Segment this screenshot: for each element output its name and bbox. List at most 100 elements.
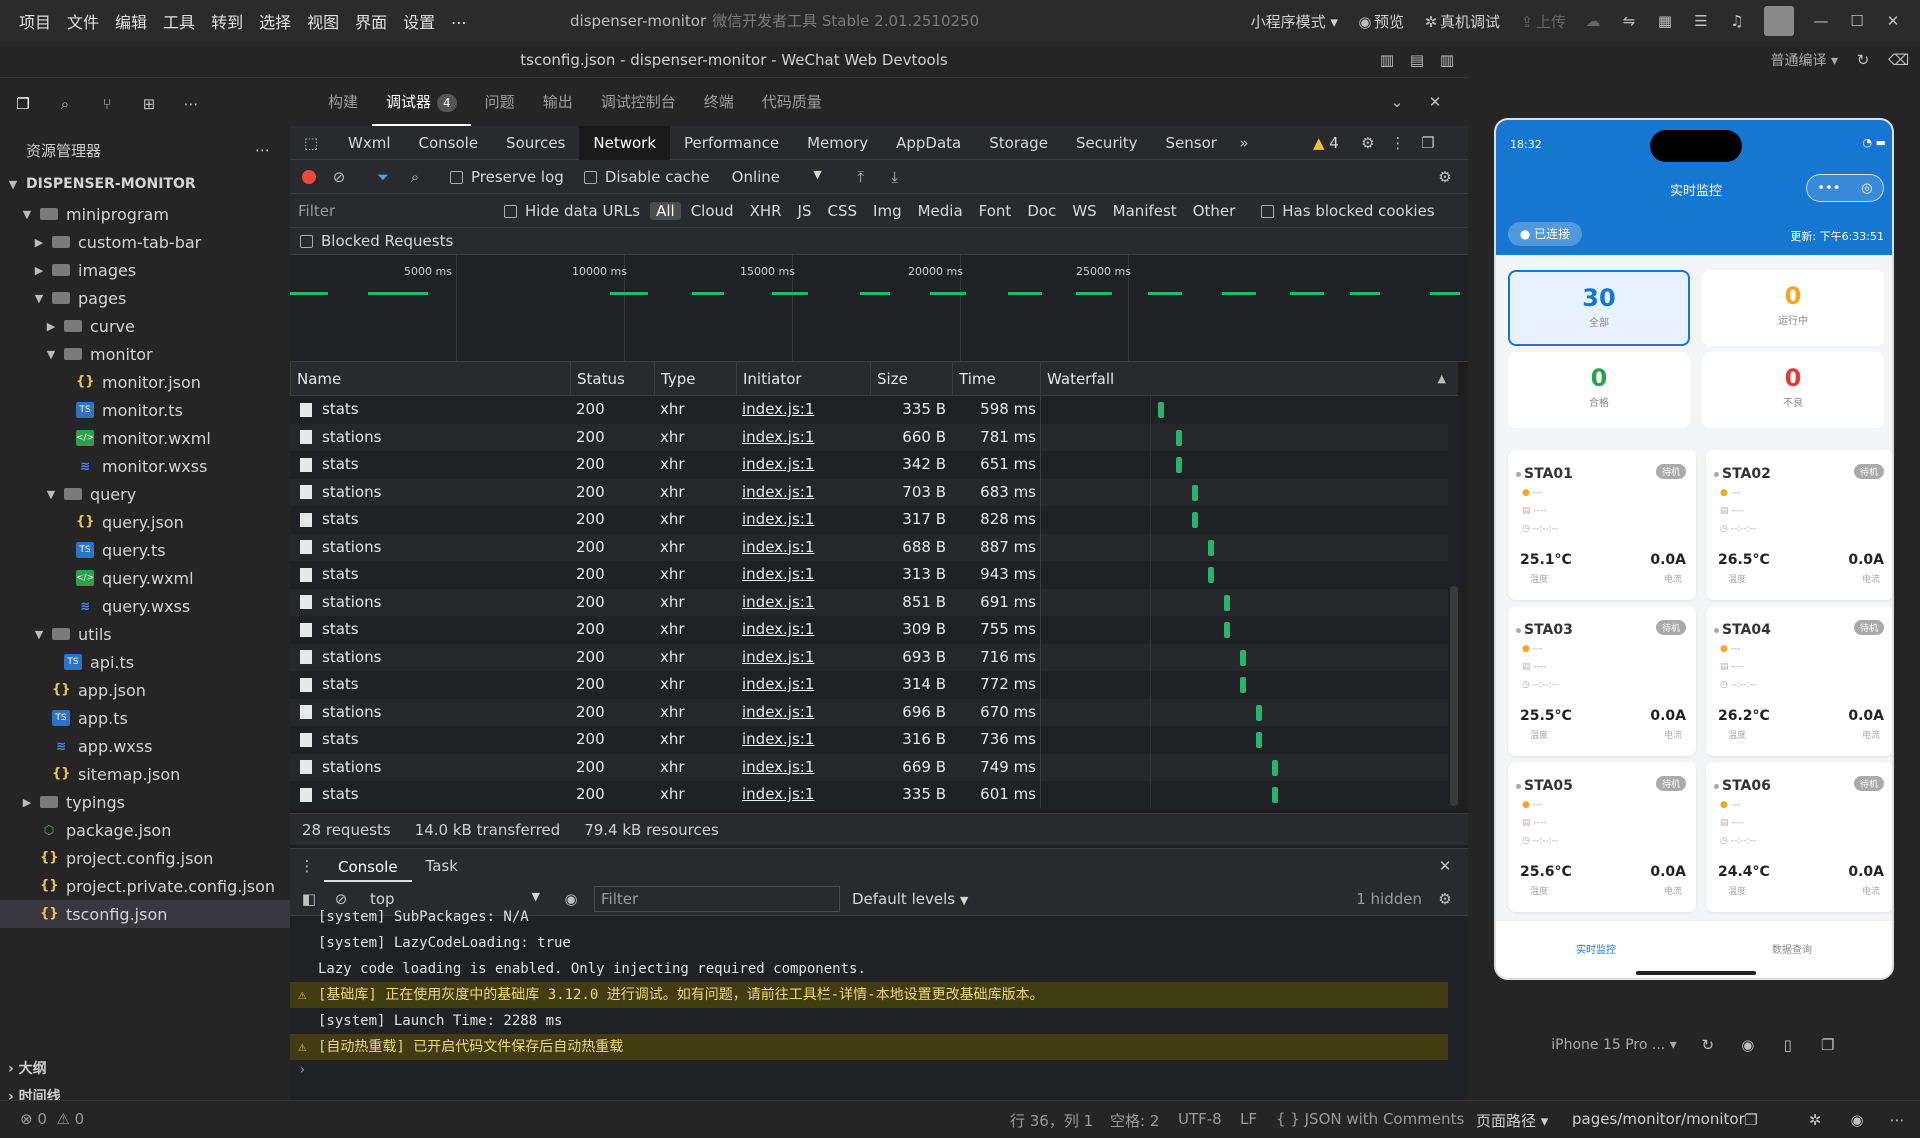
menu-item-7[interactable]: 界面 (350, 9, 392, 33)
stat-card[interactable]: 0 运行中 (1702, 270, 1884, 346)
extensions-icon[interactable]: ⊞ (140, 95, 158, 113)
phone-tab-query[interactable]: 数据查询 (1772, 941, 1812, 956)
avatar[interactable] (1764, 6, 1794, 36)
tree-node-ts[interactable]: TS app.ts (0, 704, 290, 732)
column-header-waterfall[interactable]: Waterfall (1040, 362, 1458, 396)
request-initiator-link[interactable]: index.js:1 (742, 754, 814, 782)
table-row[interactable]: stations 200 xhr index.js:1 851 B 691 ms (290, 588, 1458, 616)
tree-node-folder[interactable]: ▼ query (0, 480, 290, 508)
eye-icon[interactable]: ◉ (1848, 1111, 1866, 1129)
column-header-name[interactable]: Name (290, 362, 570, 396)
debugger-tab-2[interactable]: 问题 (471, 78, 529, 126)
switch-icon[interactable]: ⇋ (1620, 12, 1638, 30)
warnings-badge[interactable]: ▲ 4 (1313, 134, 1339, 152)
stat-card[interactable]: 30 全部 (1508, 270, 1690, 346)
request-initiator-link[interactable]: index.js:1 (742, 451, 814, 479)
network-settings-icon[interactable]: ⚙ (1436, 168, 1454, 186)
more-icon[interactable]: ⋯ (182, 95, 200, 113)
more-icon[interactable]: ⋯ (1888, 1111, 1906, 1129)
menu-item-3[interactable]: 工具 (158, 9, 200, 33)
column-header-type[interactable]: Type (654, 362, 736, 396)
column-header-size[interactable]: Size (870, 362, 952, 396)
drawer-menu-icon[interactable]: ⋮ (298, 857, 316, 875)
menu-item-6[interactable]: 视图 (302, 9, 344, 33)
encoding[interactable]: UTF-8 (1178, 1110, 1222, 1128)
tree-node-json[interactable]: {} tsconfig.json (0, 900, 290, 928)
request-initiator-link[interactable]: index.js:1 (742, 726, 814, 754)
request-initiator-link[interactable]: index.js:1 (742, 479, 814, 507)
station-card[interactable]: STA05 待机 ● --- ▤ ---- ◷ --:--:-- 25.6°C 0.0A 温度… (1508, 762, 1696, 912)
stat-card[interactable]: 0 不良 (1702, 352, 1884, 428)
throttle-select[interactable]: Online ▼ (732, 168, 822, 186)
close-panel-icon[interactable]: ✕ (1426, 93, 1444, 111)
station-card[interactable]: STA02 待机 ● --- ▤ ---- ◷ --:--:-- 26.5°C 0.0A 温度… (1706, 450, 1892, 600)
type-filter-other[interactable]: Other (1187, 202, 1242, 220)
console-prompt[interactable]: › (298, 1062, 306, 1078)
window-icon[interactable]: ❐ (1819, 1036, 1837, 1054)
refresh-icon[interactable]: ↻ (1854, 51, 1872, 69)
maximize-icon[interactable]: ☐ (1848, 12, 1866, 30)
request-initiator-link[interactable]: index.js:1 (742, 699, 814, 727)
device-select[interactable]: iPhone 15 Pro ... ▾ (1551, 1037, 1676, 1053)
type-filter-all[interactable]: All (650, 201, 681, 220)
type-filter-doc[interactable]: Doc (1021, 202, 1062, 220)
panel-tab-appdata[interactable]: AppData (882, 126, 975, 160)
type-filter-manifest[interactable]: Manifest (1107, 202, 1183, 220)
tree-node-folder[interactable]: ▶ typings (0, 788, 290, 816)
search-icon[interactable]: ⌕ (406, 168, 424, 186)
debugger-tab-0[interactable]: 构建 (314, 78, 372, 126)
table-row[interactable]: stats 200 xhr index.js:1 316 B 736 ms (290, 726, 1458, 754)
mode-select[interactable]: 小程序模式 ▾ (1251, 11, 1338, 32)
tree-node-folder[interactable]: ▼ monitor (0, 340, 290, 368)
tree-node-ts[interactable]: TS monitor.ts (0, 396, 290, 424)
clear-cache-icon[interactable]: ⌫ (1888, 51, 1909, 69)
request-initiator-link[interactable]: index.js:1 (742, 781, 814, 809)
tree-node-json[interactable]: {} sitemap.json (0, 760, 290, 788)
tree-node-json[interactable]: {} project.private.config.json (0, 872, 290, 900)
indentation[interactable]: 空格: 2 (1110, 1110, 1159, 1131)
column-header-status[interactable]: Status (570, 362, 654, 396)
import-icon[interactable]: ⤒ (852, 168, 870, 186)
preview-button[interactable]: ◉ 预览 (1356, 11, 1404, 32)
request-initiator-link[interactable]: index.js:1 (742, 644, 814, 672)
problems-indicator[interactable]: ⊗ 0 ⚠ 0 (20, 1110, 84, 1128)
menu-item-1[interactable]: 文件 (62, 9, 104, 33)
table-row[interactable]: stats 200 xhr index.js:1 342 B 651 ms (290, 451, 1458, 479)
table-row[interactable]: stations 200 xhr index.js:1 660 B 781 ms (290, 423, 1458, 451)
request-initiator-link[interactable]: index.js:1 (742, 616, 814, 644)
table-row[interactable]: stations 200 xhr index.js:1 693 B 716 ms (290, 643, 1458, 672)
split-right-icon[interactable]: ▥ (1438, 51, 1456, 69)
copy-icon[interactable]: ❐ (1742, 1111, 1760, 1129)
type-filter-img[interactable]: Img (867, 202, 908, 220)
cloud-icon[interactable]: ☁ (1584, 12, 1602, 30)
explorer-more-button[interactable]: ⋯ (255, 141, 270, 159)
inspect-icon[interactable]: ⬚ (302, 134, 320, 152)
export-icon[interactable]: ⤓ (886, 168, 904, 186)
tree-node-json[interactable]: {} monitor.json (0, 368, 290, 396)
request-initiator-link[interactable]: index.js:1 (742, 671, 814, 699)
phone-simulator[interactable]: 18:32 ◔ ▬ 实时监控 ••• ◎ ● 已连接 更新: 下午6:33:51 … (1494, 118, 1894, 980)
page-path-label[interactable]: 页面路径 ▾ (1476, 1110, 1548, 1131)
split-bottom-icon[interactable]: ▤ (1408, 51, 1426, 69)
type-filter-media[interactable]: Media (912, 202, 969, 220)
drawer-tab-console[interactable]: Console (324, 849, 412, 882)
phone-icon[interactable]: ▯ (1779, 1036, 1797, 1054)
station-card[interactable]: STA04 待机 ● --- ▤ ---- ◷ --:--:-- 26.2°C 0.0A 温度… (1706, 606, 1892, 756)
station-card[interactable]: STA03 待机 ● --- ▤ ---- ◷ --:--:-- 25.5°C 0.0A 温度… (1508, 606, 1696, 756)
compile-mode-select[interactable]: 普通编译 ▾ (1771, 50, 1838, 70)
panel-tab-sources[interactable]: Sources (492, 126, 579, 160)
menu-item-0[interactable]: 项目 (14, 9, 56, 33)
tree-node-folder[interactable]: ▶ curve (0, 312, 290, 340)
menu-item-8[interactable]: 设置 (398, 9, 440, 33)
type-filter-xhr[interactable]: XHR (744, 202, 788, 220)
request-table-scrollbar[interactable] (1448, 396, 1460, 808)
column-header-initiator[interactable]: Initiator (736, 362, 870, 396)
network-filter-input[interactable]: Filter (298, 202, 504, 220)
tree-node-folder[interactable]: ▶ images (0, 256, 290, 284)
table-row[interactable]: stats 200 xhr index.js:1 314 B 772 ms (290, 671, 1458, 699)
drawer-tab-task[interactable]: Task (412, 849, 472, 883)
menu-item-2[interactable]: 编辑 (110, 9, 152, 33)
type-filter-cloud[interactable]: Cloud (685, 202, 740, 220)
table-row[interactable]: stats 200 xhr index.js:1 335 B 601 ms (290, 781, 1458, 809)
table-row[interactable]: stations 200 xhr index.js:1 696 B 670 ms (290, 698, 1458, 727)
